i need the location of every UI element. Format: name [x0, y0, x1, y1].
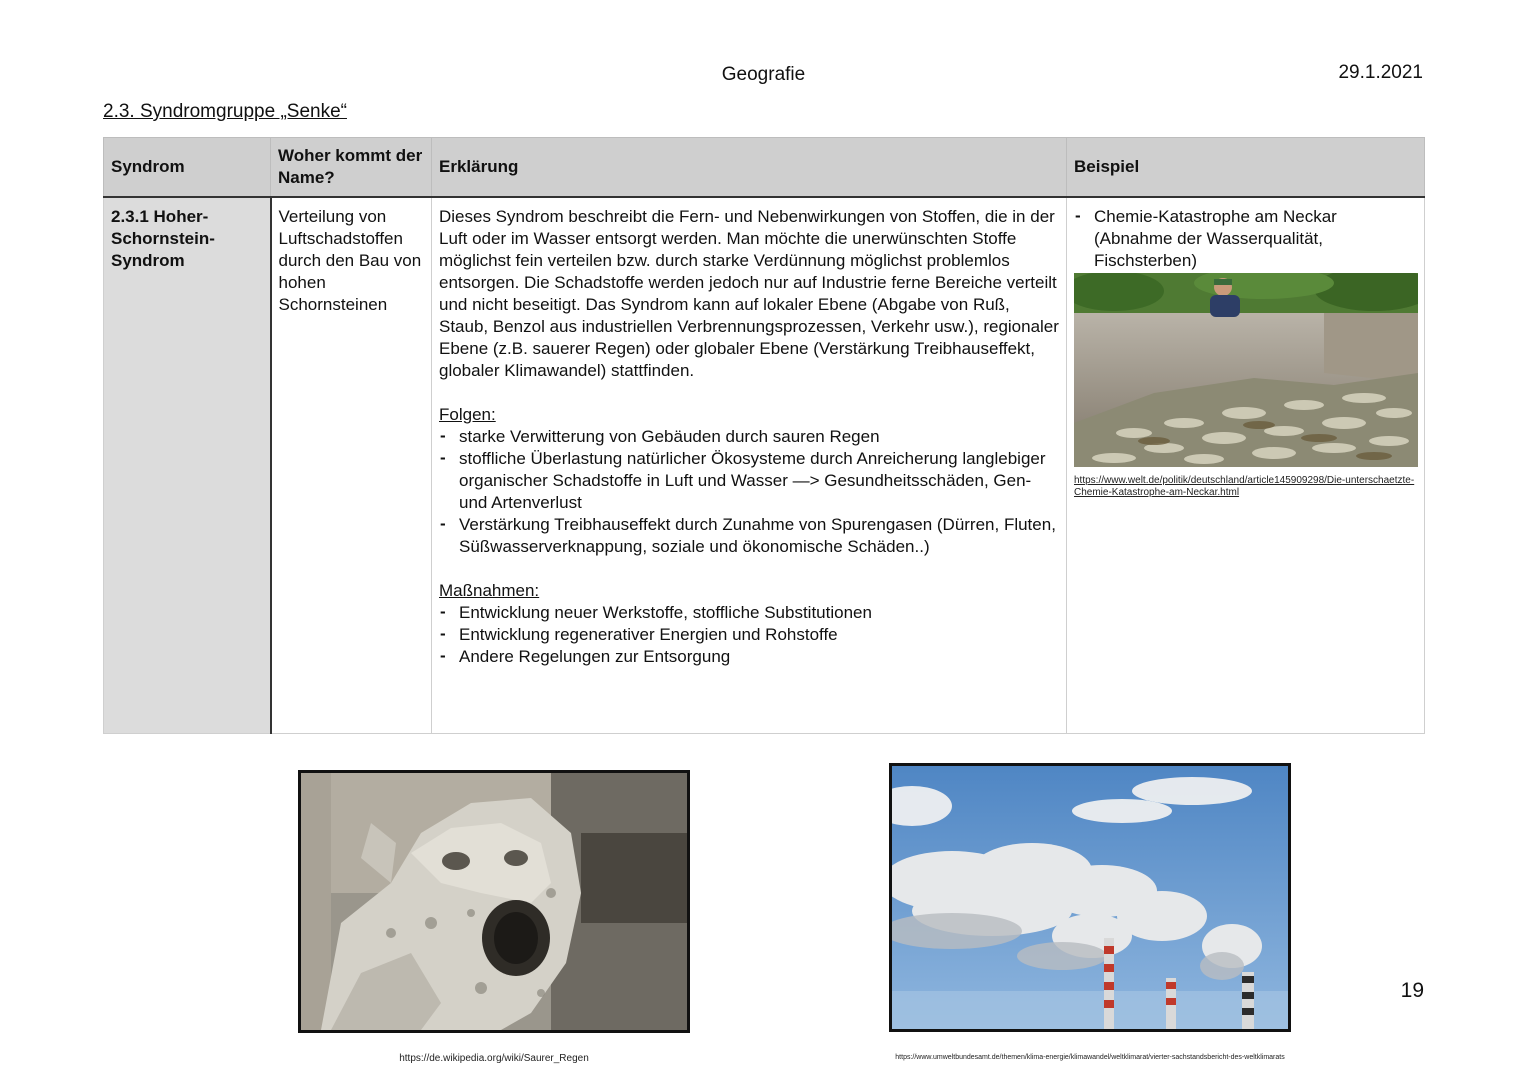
header-explanation: Erklärung — [431, 137, 1067, 198]
list-item: Entwicklung neuer Werkstoffe, stoffliche… — [439, 601, 1059, 624]
explanation-text: Dieses Syndrom beschreibt die Fern- und … — [439, 207, 1059, 380]
table-header-row: Syndrom Woher kommt der Name? Erklärung … — [103, 137, 1425, 198]
document-subject: Geografie — [721, 64, 806, 85]
list-item: Entwicklung regenerativer Energien und R… — [439, 623, 1059, 646]
example-list: Chemie-Katastrophe am Neckar (Abnahme de… — [1074, 205, 1417, 272]
syndrom-cell: 2.3.1 Hoher-Schornstein-Syndrom — [103, 196, 272, 734]
page-number: 19 — [1400, 979, 1424, 1002]
example-source-link[interactable]: https://www.welt.de/politik/deutschland/… — [1074, 475, 1417, 499]
syndrome-table: Syndrom Woher kommt der Name? Erklärung … — [103, 137, 1425, 734]
header-example: Beispiel — [1066, 137, 1425, 198]
chimney-photo — [889, 763, 1291, 1032]
document-date: 29.1.2021 — [1338, 62, 1423, 83]
list-item: stoffliche Überlastung natürlicher Ökosy… — [439, 447, 1059, 514]
gargoyle-source-caption: https://de.wikipedia.org/wiki/Saurer_Reg… — [399, 1053, 589, 1064]
folgen-list: starke Verwitterung von Gebäuden durch s… — [439, 425, 1059, 558]
name-origin-text: Verteilung von Luftschadstoffen durch de… — [278, 207, 422, 314]
folgen-heading: Folgen: — [439, 405, 496, 424]
name-origin-cell: Verteilung von Luftschadstoffen durch de… — [270, 196, 432, 734]
example-text: Chemie-Katastrophe am Neckar (Abnahme de… — [1074, 205, 1417, 272]
massnahmen-list: Entwicklung neuer Werkstoffe, stoffliche… — [439, 601, 1059, 668]
header-name-origin: Woher kommt der Name? — [270, 137, 432, 198]
example-cell: Chemie-Katastrophe am Neckar (Abnahme de… — [1066, 196, 1425, 734]
massnahmen-heading: Maßnahmen: — [439, 581, 540, 600]
table-row: 2.3.1 Hoher-Schornstein-Syndrom Verteilu… — [103, 196, 1425, 734]
gargoyle-image — [301, 773, 687, 1030]
chimney-image — [892, 766, 1288, 1029]
explanation-cell: Dieses Syndrom beschreibt die Fern- und … — [431, 196, 1067, 734]
syndrom-name: 2.3.1 Hoher-Schornstein-Syndrom — [111, 207, 215, 270]
chimney-source-caption: https://www.umweltbundesamt.de/themen/kl… — [895, 1054, 1285, 1061]
list-item: Verstärkung Treibhauseffekt durch Zunahm… — [439, 513, 1059, 558]
gargoyle-photo — [298, 770, 690, 1033]
fish-kill-photo — [1074, 273, 1418, 467]
section-title: 2.3. Syndromgruppe „Senke“ — [103, 101, 347, 122]
header-syndrom: Syndrom — [103, 137, 271, 198]
list-item: starke Verwitterung von Gebäuden durch s… — [439, 425, 1059, 448]
list-item: Andere Regelungen zur Entsorgung — [439, 645, 1059, 668]
